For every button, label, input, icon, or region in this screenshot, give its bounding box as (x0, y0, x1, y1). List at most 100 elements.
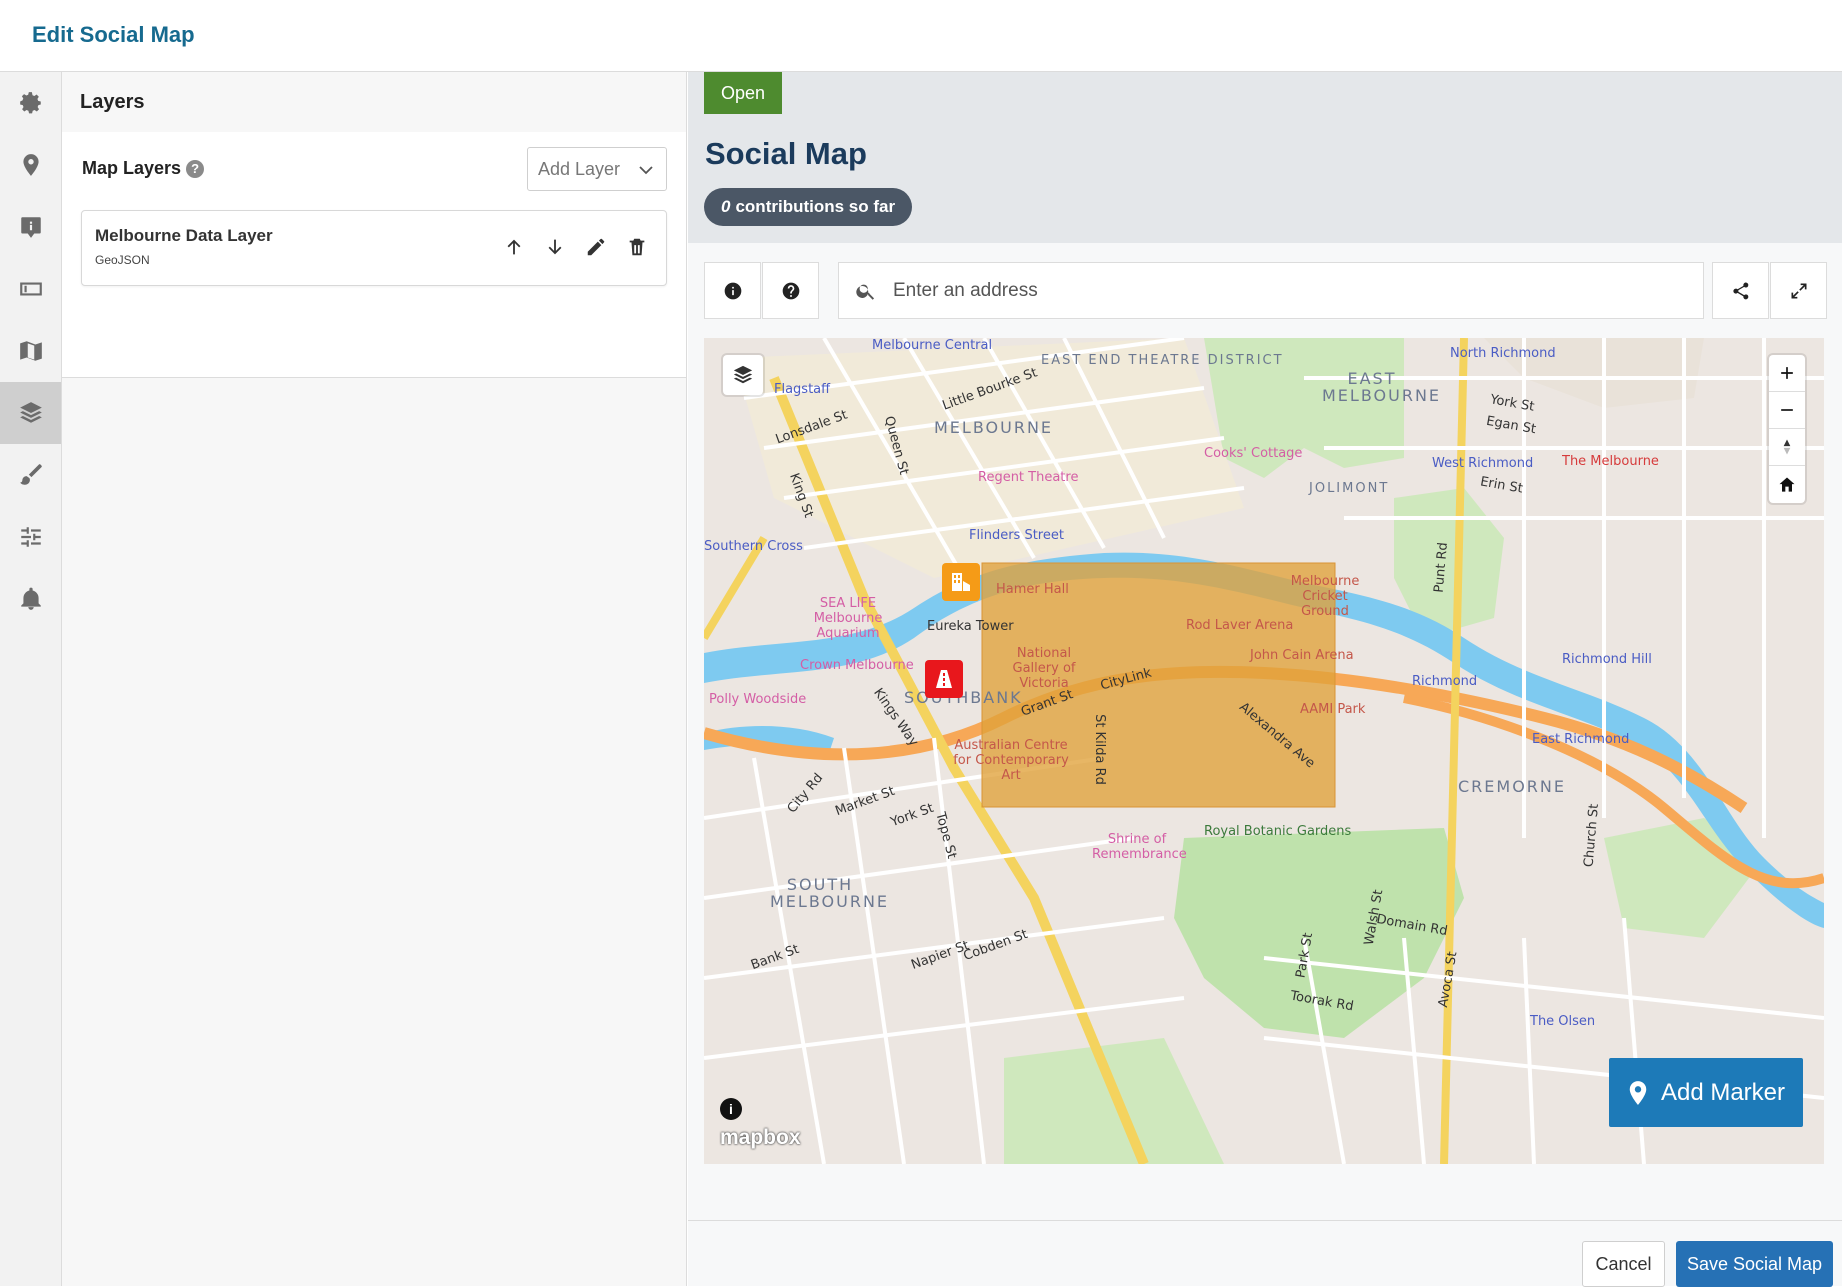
map-label-district: JOLIMONT (1309, 481, 1390, 496)
settings-rail (0, 72, 62, 1286)
ticket-icon (19, 282, 42, 296)
layer-card: Melbourne Data Layer GeoJSON (81, 210, 667, 286)
rail-item-paintbrush[interactable] (0, 444, 61, 506)
zoom-out-button[interactable] (1769, 392, 1805, 429)
layer-name: Melbourne Data Layer (95, 226, 273, 245)
minus-icon (1781, 409, 1793, 411)
page-title: Edit Social Map (32, 22, 195, 47)
move-up-button[interactable] (503, 235, 525, 259)
map-label-transit: West Richmond (1432, 456, 1534, 471)
map-layers-heading: Map Layers ? (82, 158, 205, 179)
info-button[interactable] (704, 262, 761, 319)
map-layers-label: Map Layers (82, 158, 182, 178)
map-label-poi: Australian Centre for Contemporary Art (953, 738, 1069, 783)
rail-item-location[interactable] (0, 134, 61, 196)
share-button[interactable] (1712, 262, 1769, 319)
map-layers-button[interactable] (723, 355, 763, 395)
form-footer: Cancel Save Social Map (688, 1220, 1842, 1287)
help-button[interactable] (762, 262, 819, 319)
map-toolbar (704, 262, 1827, 319)
zoom-in-button[interactable] (1769, 355, 1805, 392)
gear-icon (19, 92, 41, 114)
map-label-poi: Eureka Tower (927, 619, 1014, 634)
move-down-button[interactable] (544, 235, 566, 259)
rail-item-ticket[interactable] (0, 258, 61, 320)
map-label-poi: Melbourne Cricket Ground (1290, 574, 1360, 619)
home-icon (1779, 477, 1795, 492)
delete-layer-button[interactable] (626, 235, 648, 259)
add-marker-label: Add Marker (1660, 1078, 1786, 1106)
question-icon (782, 282, 799, 299)
app-header: Edit Social Map (0, 0, 1842, 72)
rail-item-map[interactable] (0, 320, 61, 382)
map-label-poi: Polly Woodside (709, 692, 807, 707)
info-icon (724, 282, 741, 299)
plus-icon (1781, 367, 1793, 379)
map-label-district: MELBOURNE (934, 418, 1054, 437)
map-attribution-info-icon[interactable]: i (720, 1098, 742, 1120)
map-label-poi: Hamer Hall (996, 582, 1069, 597)
paintbrush-icon (19, 464, 42, 485)
map-label-district: EAST MELBOURNE (1322, 369, 1442, 405)
rail-item-notifications[interactable] (0, 568, 61, 630)
edit-layer-button[interactable] (585, 235, 607, 259)
pencil-icon (587, 238, 605, 256)
map-label-poi: SEA LIFE Melbourne Aquarium (813, 596, 883, 641)
contributions-text: contributions so far (735, 197, 896, 216)
status-badge: Open (704, 72, 782, 114)
cancel-button[interactable]: Cancel (1582, 1241, 1665, 1287)
map-label-poi: Cooks' Cottage (1204, 446, 1303, 461)
contributions-badge: 0 contributions so far (704, 188, 913, 226)
map-label-transit: Southern Cross (704, 539, 803, 554)
info-marker-icon (20, 217, 41, 238)
map-label-district: SOUTH MELBOURNE (770, 875, 890, 911)
map-label-poi: National Gallery of Victoria (1012, 646, 1076, 691)
layers-icon (19, 402, 42, 423)
map-label-transit: Richmond (1412, 674, 1478, 689)
map-zoom-controls (1769, 355, 1805, 503)
rail-item-layers[interactable] (0, 382, 61, 444)
location-pin-icon (1629, 1080, 1647, 1105)
add-layer-select[interactable]: Add Layer (527, 147, 667, 191)
address-search-input[interactable] (893, 279, 1673, 302)
map-label-poi: Shrine of Remembrance (1092, 832, 1187, 862)
help-icon[interactable]: ? (186, 159, 205, 178)
map-label-transit: Richmond Hill (1562, 652, 1652, 667)
building-icon (952, 573, 970, 591)
map-label-poi: The Olsen (1530, 1014, 1596, 1029)
arrow-down-icon (548, 239, 562, 255)
social-map-hero: Open Social Map 0 contributions so far (688, 72, 1842, 243)
share-icon (1732, 282, 1748, 299)
social-map-panel: Open Social Map 0 contributions so far E… (688, 72, 1842, 1287)
layers-icon (733, 365, 753, 384)
map-label-poi: Regent Theatre (978, 470, 1079, 485)
save-social-map-button[interactable]: Save Social Map (1676, 1241, 1833, 1287)
fullscreen-button[interactable] (1770, 262, 1827, 319)
add-marker-button[interactable]: Add Marker (1609, 1058, 1803, 1127)
map-label-poi: The Melbourne Clinic (1562, 454, 1662, 469)
chevron-down-icon (639, 166, 653, 175)
rail-item-settings[interactable] (0, 72, 61, 134)
add-layer-placeholder: Add Layer (538, 158, 621, 179)
home-button[interactable] (1769, 466, 1805, 503)
map-label-poi: Crown Melbourne (800, 658, 914, 673)
road-icon (936, 670, 952, 688)
layers-panel-title: Layers (62, 72, 686, 132)
rail-item-info-marker[interactable] (0, 196, 61, 258)
map-label-district: EAST END THEATRE DISTRICT (1041, 353, 1282, 368)
rail-item-sliders[interactable] (0, 506, 61, 568)
map-view[interactable]: EAST END THEATRE DISTRICT MELBOURNE EAST… (704, 338, 1824, 1164)
arrow-up-icon (507, 239, 521, 255)
map-label-poi: AAMI Park (1300, 702, 1366, 717)
map-label-poi: John Cain Arena (1250, 648, 1354, 663)
layers-panel-body: Map Layers ? Add Layer Melbourne Data La… (62, 132, 686, 378)
expand-icon (1791, 283, 1806, 298)
map-icon (19, 341, 42, 361)
map-label-transit: Flinders Street (969, 528, 1064, 543)
layer-actions (503, 235, 648, 259)
compass-button[interactable] (1769, 429, 1805, 466)
red-map-marker[interactable] (925, 660, 963, 698)
orange-map-marker[interactable] (942, 563, 980, 601)
layer-type: GeoJSON (95, 253, 150, 267)
trash-icon (629, 238, 645, 256)
